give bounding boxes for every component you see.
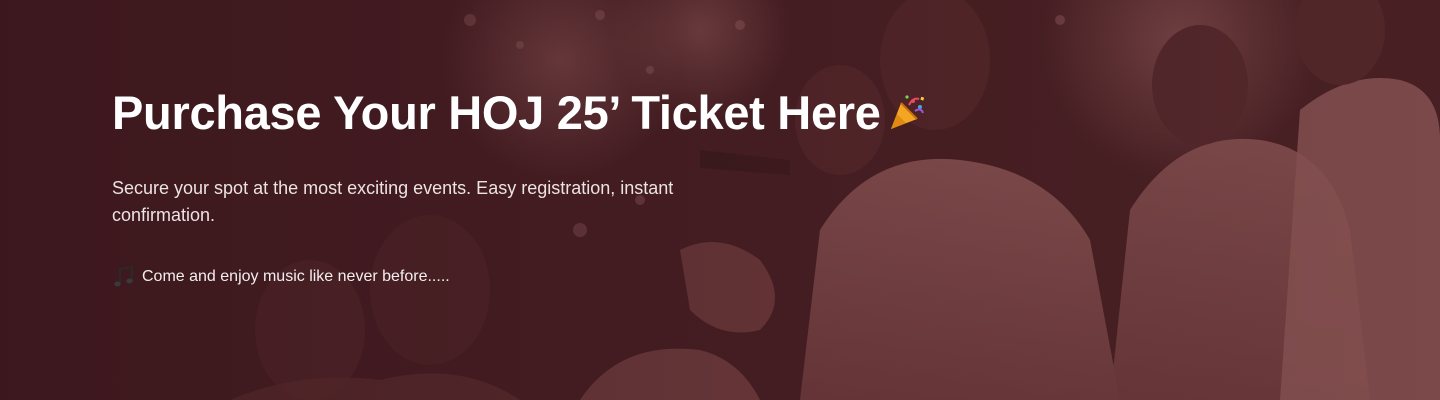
hero-banner: Purchase Your HOJ 25’ Ticket Here Secure… [0, 0, 1440, 400]
hero-subtitle: Secure your spot at the most exciting ev… [112, 177, 674, 225]
page-title-text: Purchase Your HOJ 25’ Ticket Here [112, 86, 881, 139]
page-title: Purchase Your HOJ 25’ Ticket Here [112, 84, 924, 146]
hero-note: Come and enjoy music like never before..… [112, 265, 812, 289]
hero-note-text: Come and enjoy music like never before..… [142, 267, 450, 285]
music-notes-icon [112, 265, 136, 289]
hero-content: Purchase Your HOJ 25’ Ticket Here Secure… [112, 84, 924, 289]
party-popper-icon [887, 88, 927, 146]
